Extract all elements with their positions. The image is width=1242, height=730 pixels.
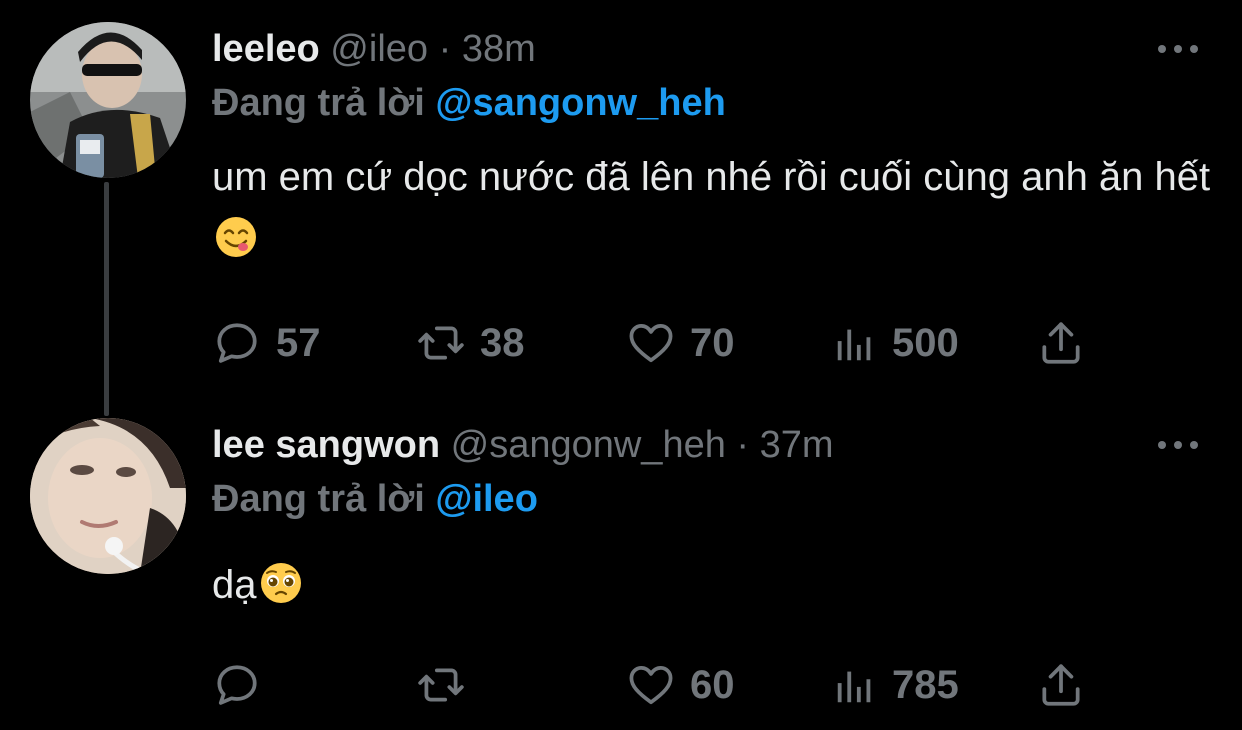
heart-icon xyxy=(626,318,676,368)
separator-dot: · xyxy=(736,424,750,466)
display-name[interactable]: leeleo xyxy=(212,28,320,70)
tweet-text: um em cứ dọc nước đã lên nhé rồi cuối cù… xyxy=(212,146,1212,270)
tweet[interactable]: lee sangwon @sangonw_heh · 37m Đang trả … xyxy=(0,396,1242,730)
reply-button[interactable]: 57 xyxy=(212,318,321,368)
replying-to-mention[interactable]: @sangonw_heh xyxy=(435,82,725,124)
action-bar: 57 38 70 500 xyxy=(212,318,1092,368)
avatar[interactable] xyxy=(30,418,186,574)
user-handle[interactable]: @ileo xyxy=(330,28,428,70)
reply-count: 57 xyxy=(276,320,321,365)
timestamp[interactable]: 38m xyxy=(462,28,536,70)
more-dot xyxy=(1158,45,1166,53)
user-handle[interactable]: @sangonw_heh xyxy=(451,424,726,466)
retweet-button[interactable] xyxy=(416,660,480,710)
replying-to-label: Đang trả lời xyxy=(212,478,425,520)
timestamp[interactable]: 37m xyxy=(760,424,834,466)
more-dot xyxy=(1190,45,1198,53)
share-icon xyxy=(1036,660,1086,710)
more-dot xyxy=(1174,441,1182,449)
like-button[interactable]: 70 xyxy=(626,318,735,368)
share-button[interactable] xyxy=(1036,318,1086,368)
reply-icon xyxy=(212,660,262,710)
tweet-text-content: dạ xyxy=(212,563,257,607)
like-count: 60 xyxy=(690,662,735,707)
retweet-icon xyxy=(416,318,466,368)
replying-to: Đang trả lời @sangonw_heh xyxy=(212,80,726,126)
more-icon[interactable] xyxy=(1158,438,1198,452)
reply-button[interactable] xyxy=(212,660,276,710)
separator-dot: · xyxy=(438,28,452,70)
avatar[interactable] xyxy=(30,22,186,178)
tweet[interactable]: leeleo @ileo · 38m Đang trả lời @sangonw… xyxy=(0,0,1242,400)
tweet-text: dạ xyxy=(212,554,1212,616)
tweet-text-content: um em cứ dọc nước đã lên nhé rồi cuối cù… xyxy=(212,155,1211,199)
heart-icon xyxy=(626,660,676,710)
retweet-count: 38 xyxy=(480,320,525,365)
pleading-face-emoji-icon xyxy=(259,561,303,605)
display-name[interactable]: lee sangwon xyxy=(212,424,440,466)
like-button[interactable]: 60 xyxy=(626,660,735,710)
reply-icon xyxy=(212,318,262,368)
share-button[interactable] xyxy=(1036,660,1086,710)
reply-thread: leeleo @ileo · 38m Đang trả lời @sangonw… xyxy=(0,0,1242,730)
more-dot xyxy=(1158,441,1166,449)
replying-to-label: Đang trả lời xyxy=(212,82,425,124)
action-bar: 60 785 xyxy=(212,660,1092,710)
views-icon xyxy=(832,318,878,368)
share-icon xyxy=(1036,318,1086,368)
views-count: 500 xyxy=(892,320,959,365)
tweet-header: lee sangwon @sangonw_heh · 37m xyxy=(212,422,834,468)
views-count: 785 xyxy=(892,662,959,707)
replying-to: Đang trả lời @ileo xyxy=(212,476,538,522)
more-dot xyxy=(1190,441,1198,449)
views-icon xyxy=(832,660,878,710)
views-button[interactable]: 500 xyxy=(832,318,959,368)
replying-to-mention[interactable]: @ileo xyxy=(435,478,538,520)
tweet-header: leeleo @ileo · 38m xyxy=(212,26,536,72)
retweet-button[interactable]: 38 xyxy=(416,318,525,368)
like-count: 70 xyxy=(690,320,735,365)
face-savoring-food-emoji-icon xyxy=(214,215,258,259)
views-button[interactable]: 785 xyxy=(832,660,959,710)
retweet-icon xyxy=(416,660,466,710)
more-icon[interactable] xyxy=(1158,42,1198,56)
more-dot xyxy=(1174,45,1182,53)
